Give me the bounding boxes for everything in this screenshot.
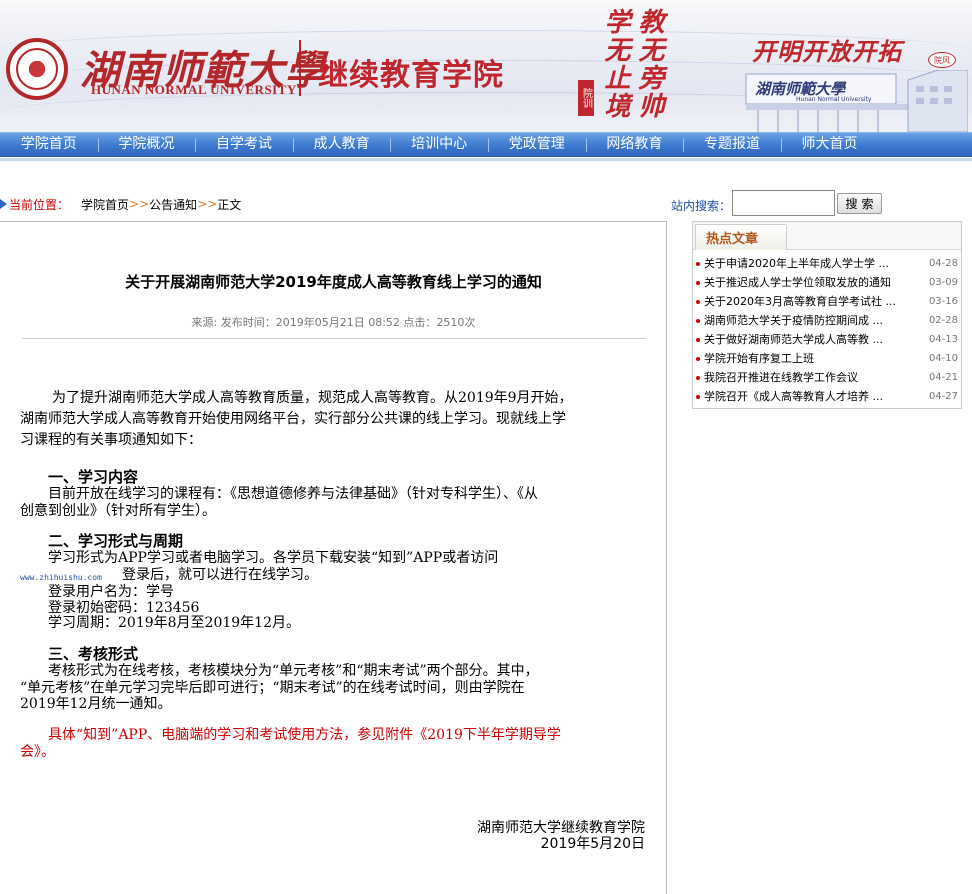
article-meta: 来源: 发布时间：2019年05月21日 08:52 点击：2510次 xyxy=(191,316,476,329)
hot-article-title[interactable]: 湖南师范大学关于疫情防控期间成 ... xyxy=(704,311,910,330)
motto-column-1: 学无止境 xyxy=(600,8,630,120)
hot-articles-title: 热点文章 xyxy=(706,232,759,247)
article-title: 关于开展湖南师范大学2019年度成人高等教育线上学习的通知 xyxy=(125,273,542,291)
nav-item-special-reports[interactable]: 专题报道 xyxy=(683,133,781,156)
search-button[interactable]: 搜索 xyxy=(837,193,882,214)
hot-article-title[interactable]: 学院开始有序复工上班 xyxy=(704,349,910,368)
nav-item-university-home[interactable]: 师大首页 xyxy=(780,133,879,156)
hot-articles-list: 关于申请2020年上半年成人学士学 ... 04-28 关于推迟成人学士学位领取发… xyxy=(696,254,960,406)
building-sign-en: Hunan Normal University xyxy=(796,96,872,103)
main-nav: 学院首页 学院概况 自学考试 成人教育 培训中心 党政管理 网络教育 专题报道 … xyxy=(0,132,972,157)
slogan-badge: 院风 xyxy=(928,52,956,68)
nav-item-training-center[interactable]: 培训中心 xyxy=(390,133,488,156)
page: 湖南师範大學 HUNAN NORMAL UNIVERSITY 继续教育学院 学无… xyxy=(0,0,972,894)
hot-article-title[interactable]: 关于做好湖南师范大学成人高等教 ... xyxy=(704,330,910,349)
seal-inner xyxy=(16,48,58,90)
article-paragraph-line: 学习周期：2019年8月至2019年12月。 xyxy=(48,615,300,631)
article-paragraph-line: 2019年12月统一通知。 xyxy=(20,696,172,712)
nav-item-home[interactable]: 学院首页 xyxy=(0,133,98,156)
bullet-icon xyxy=(696,281,700,285)
hot-article-title[interactable]: 关于申请2020年上半年成人学士学 ... xyxy=(704,254,910,273)
list-item[interactable]: 关于申请2020年上半年成人学士学 ... 04-28 xyxy=(696,254,960,273)
article-paragraph-line: “单元考核”在单元学习完毕后即可进行；“期末考试”的在线考试时间，则由学院在 xyxy=(20,680,525,696)
nav-item-adult-education[interactable]: 成人教育 xyxy=(292,133,391,156)
bullet-icon xyxy=(696,319,700,323)
header-banner: 湖南师範大學 HUNAN NORMAL UNIVERSITY 继续教育学院 学无… xyxy=(0,0,972,132)
section-heading: 三、考核形式 xyxy=(48,645,139,663)
hot-articles-header: 热点文章 xyxy=(693,222,961,251)
breadcrumb-current: 正文 xyxy=(217,197,242,212)
url-link[interactable]: www.zhihuishu.com xyxy=(20,573,102,582)
breadcrumb: 当前位置： 学院首页 >> 公告通知 >> 正文 xyxy=(0,196,241,212)
breadcrumb-separator: >> xyxy=(129,197,150,211)
article-paragraph-line: 登录后，就可以进行在线学习。 xyxy=(122,567,318,583)
note-paragraph-line: 具体“知到”APP、电脑端的学习和考试使用方法，参见附件《2019下半年学期导学 xyxy=(48,727,561,743)
slogan: 开明开放开拓 xyxy=(752,37,902,66)
logo-divider xyxy=(299,40,301,96)
article-paragraph-line: 湖南师范大学成人高等教育开始使用网络平台，实行部分公共课的线上学习。现就线上学 xyxy=(20,411,566,427)
arrow-right-icon xyxy=(0,199,7,209)
motto-stamp: 院训 xyxy=(578,80,594,116)
list-item[interactable]: 关于2020年3月高等教育自学考试社 ... 03-16 xyxy=(696,292,960,311)
list-item[interactable]: 我院召开推进在线教学工作会议 04-21 xyxy=(696,368,960,387)
bullet-icon xyxy=(696,300,700,304)
article-paragraph-line: 为了提升湖南师范大学成人高等教育质量，规范成人高等教育。从2019年9月开始， xyxy=(52,390,573,406)
hot-article-title[interactable]: 我院召开推进在线教学工作会议 xyxy=(704,368,910,387)
search-input[interactable] xyxy=(732,190,835,216)
hot-article-date: 04-10 xyxy=(928,353,958,364)
breadcrumb-link-notices[interactable]: 公告通知 xyxy=(149,196,197,213)
nav-item-self-study-exam[interactable]: 自学考试 xyxy=(195,133,293,156)
list-item[interactable]: 湖南师范大学关于疫情防控期间成 ... 02-28 xyxy=(696,311,960,330)
article-paragraph-line: 考核形式为在线考核，考核模块分为“单元考核”和“期末考试”两个部分。其中， xyxy=(48,663,539,679)
list-item[interactable]: 关于做好湖南师范大学成人高等教 ... 04-13 xyxy=(696,330,960,349)
search-label: 站内搜索： xyxy=(671,199,732,213)
university-seal-logo[interactable] xyxy=(6,38,68,100)
hot-article-title[interactable]: 学院召开《成人高等教育人才培养 ... xyxy=(704,387,910,406)
hot-article-date: 02-28 xyxy=(928,315,958,326)
hot-article-date: 04-21 xyxy=(928,372,958,383)
hot-article-date: 04-13 xyxy=(928,334,958,345)
bullet-icon xyxy=(696,262,700,266)
bullet-icon xyxy=(696,357,700,361)
note-paragraph-line: 会》。 xyxy=(20,744,55,760)
hot-article-title[interactable]: 关于2020年3月高等教育自学考试社 ... xyxy=(704,292,910,311)
list-item[interactable]: 学院召开《成人高等教育人才培养 ... 04-27 xyxy=(696,387,960,406)
hot-articles-panel: 热点文章 关于申请2020年上半年成人学士学 ... 04-28 关于推迟成人学士… xyxy=(692,221,962,409)
bullet-icon xyxy=(696,376,700,380)
nav-item-online-education[interactable]: 网络教育 xyxy=(585,133,684,156)
article-paragraph-line: 登录用户名为：学号 xyxy=(48,584,174,600)
hot-article-date: 04-27 xyxy=(928,391,958,402)
list-item[interactable]: 关于推迟成人学士学位领取发放的通知 03-09 xyxy=(696,273,960,292)
article-date: 2019年5月20日 xyxy=(540,836,645,852)
bullet-icon xyxy=(696,395,700,399)
university-name-en: HUNAN NORMAL UNIVERSITY xyxy=(91,82,297,97)
hot-articles-tab[interactable]: 热点文章 xyxy=(695,224,794,251)
nav-underline xyxy=(0,158,972,161)
hot-article-date: 04-28 xyxy=(928,258,958,269)
breadcrumb-separator: >> xyxy=(197,197,218,211)
nav-item-party-admin[interactable]: 党政管理 xyxy=(487,133,586,156)
nav-item-overview[interactable]: 学院概况 xyxy=(97,133,196,156)
section-heading: 二、学习形式与周期 xyxy=(48,532,184,550)
article-paragraph-line: 习课程的有关事项通知如下： xyxy=(20,432,202,448)
article-signature: 湖南师范大学继续教育学院 xyxy=(477,820,645,836)
college-name: 继续教育学院 xyxy=(318,58,504,93)
article-divider xyxy=(22,338,646,339)
motto-column-2: 教无旁帅 xyxy=(634,8,664,120)
bullet-icon xyxy=(696,338,700,342)
breadcrumb-label: 当前位置： xyxy=(9,197,70,212)
list-item[interactable]: 学院开始有序复工上班 04-10 xyxy=(696,349,960,368)
article-paragraph-line: 学习形式为APP学习或者电脑学习。各学员下载安装“知到”APP或者访问 xyxy=(48,550,499,566)
section-heading: 一、学习内容 xyxy=(48,468,139,486)
article-paragraph-line: 目前开放在线学习的课程有：《思想道德修养与法律基础》（针对专科学生）、《从 xyxy=(48,486,538,502)
breadcrumb-link-home[interactable]: 学院首页 xyxy=(81,196,129,213)
article-paragraph-line: 创意到创业》（针对所有学生）。 xyxy=(20,503,216,519)
hot-article-date: 03-16 xyxy=(928,296,958,307)
hot-article-title[interactable]: 关于推迟成人学士学位领取发放的通知 xyxy=(704,273,910,292)
hot-article-date: 03-09 xyxy=(928,277,958,288)
